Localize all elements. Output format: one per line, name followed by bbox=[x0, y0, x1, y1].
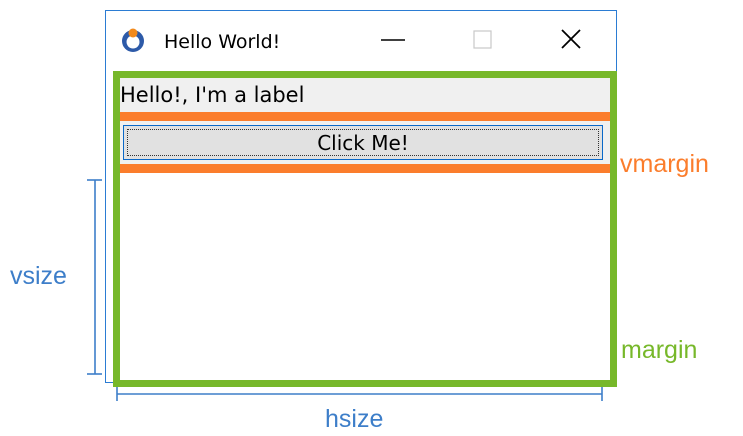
vsize-annotation: vsize bbox=[10, 262, 67, 290]
hsize-annotation: hsize bbox=[325, 405, 384, 433]
dimension-lines bbox=[87, 179, 603, 401]
margin-annotation: margin bbox=[621, 336, 698, 364]
vmargin-annotation: vmargin bbox=[620, 150, 709, 178]
